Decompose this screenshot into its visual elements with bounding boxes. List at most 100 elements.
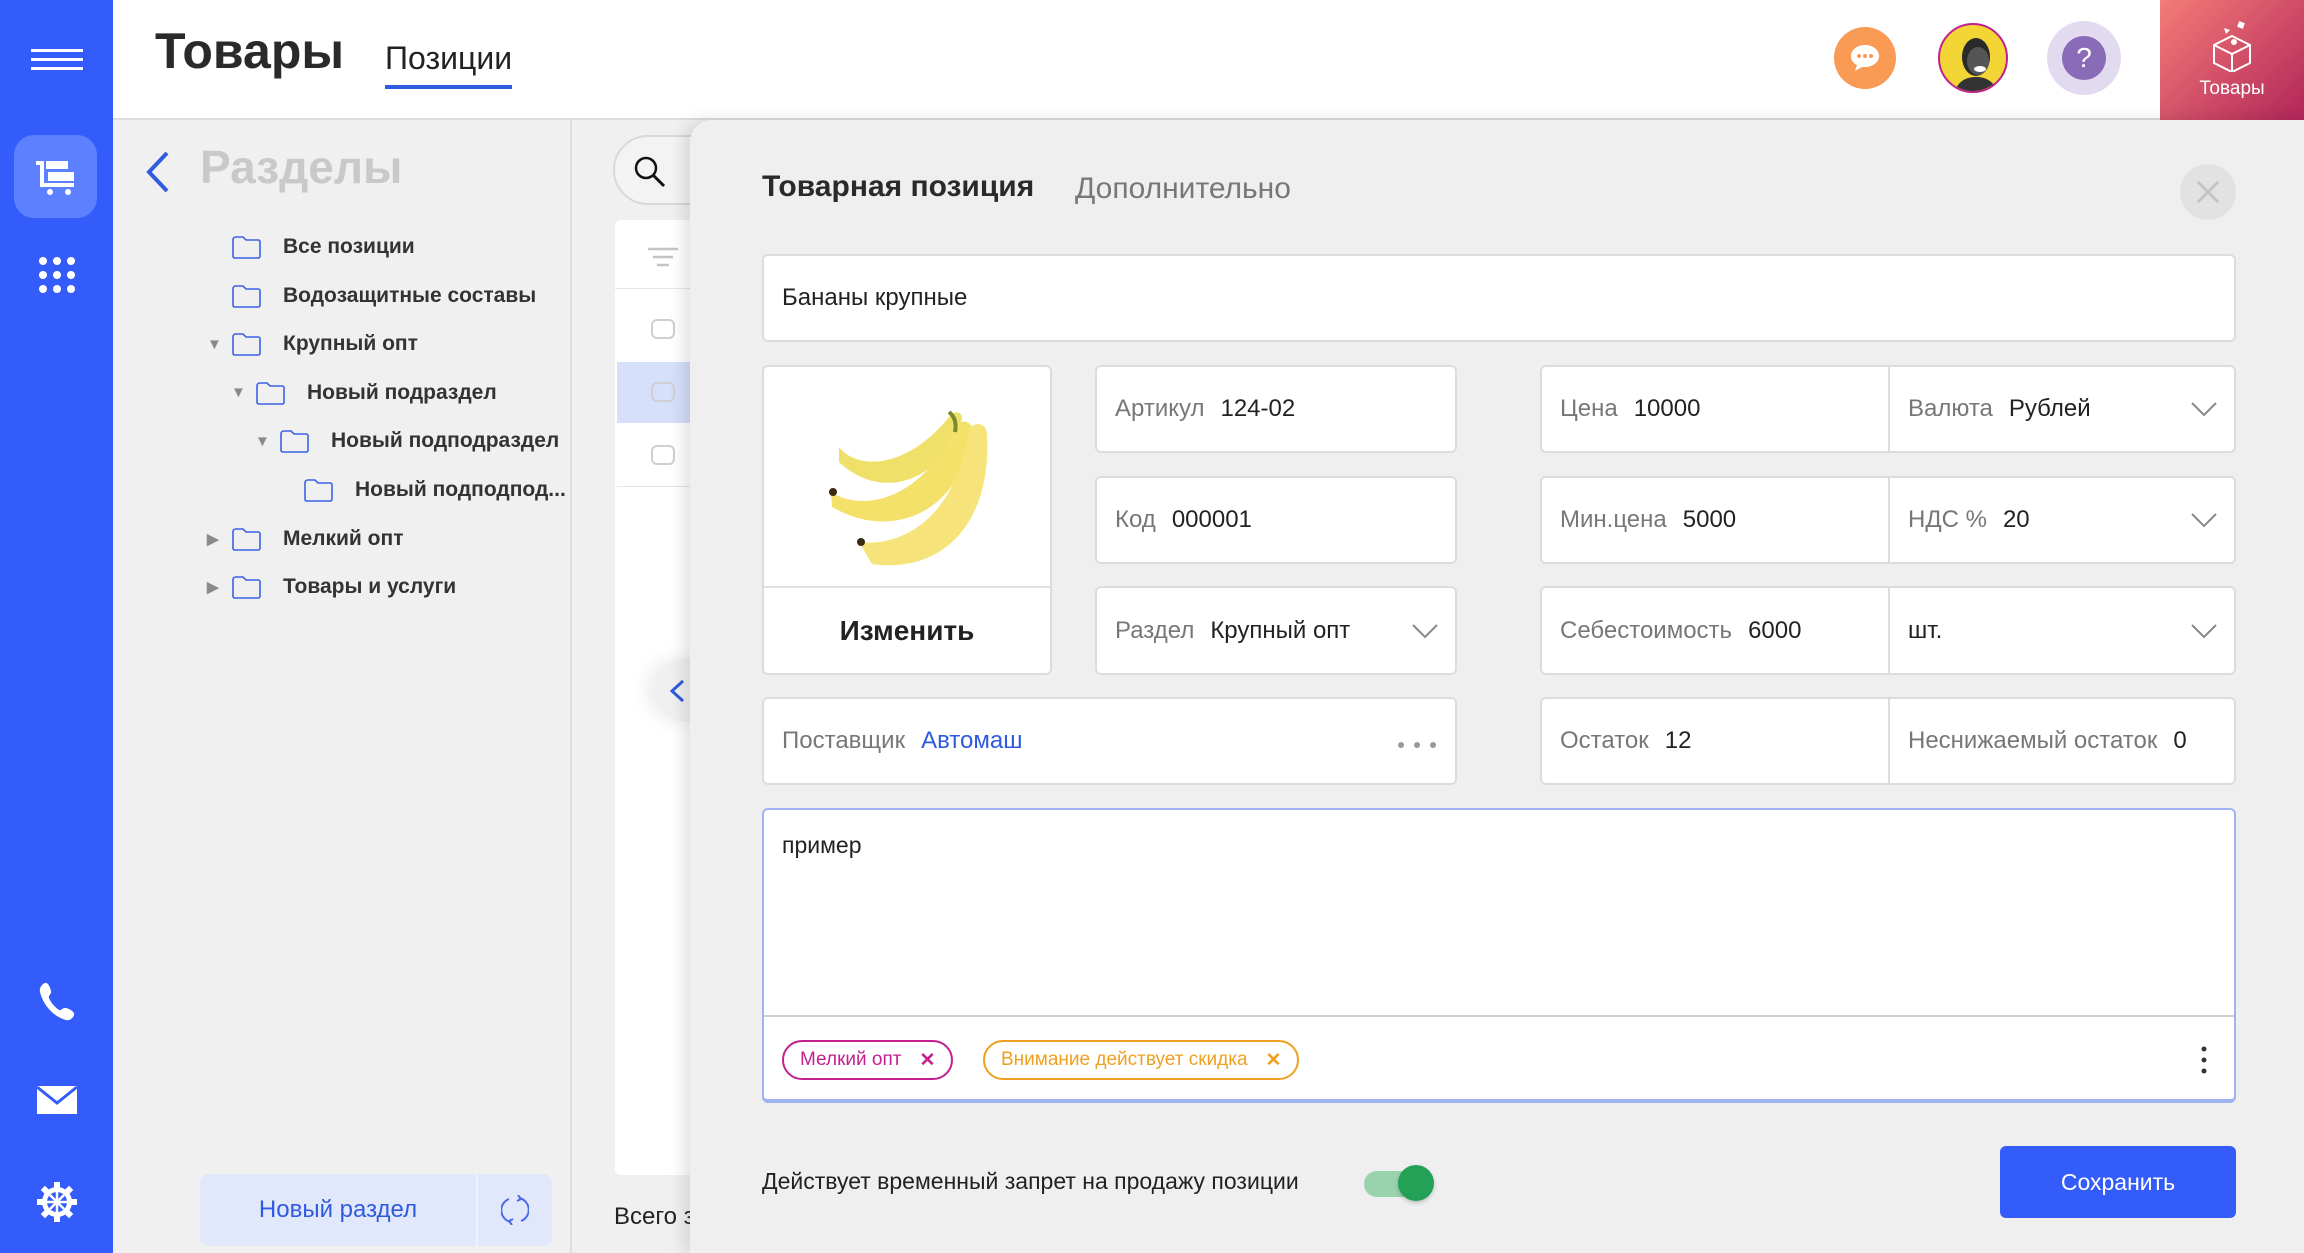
change-image-button[interactable]: Изменить	[764, 588, 1050, 673]
cost-value: 6000	[1748, 616, 1802, 644]
cart-icon	[35, 160, 74, 195]
position-modal: Товарная позиция Дополнительно Бананы кр…	[690, 120, 2304, 1253]
price-field[interactable]: Цена 10000	[1542, 367, 1888, 451]
refresh-button[interactable]	[478, 1174, 552, 1246]
cost-field[interactable]: Себестоимость 6000	[1542, 588, 1888, 673]
remove-tag-icon[interactable]: ✕	[919, 1049, 935, 1072]
remove-tag-icon[interactable]: ✕	[1266, 1049, 1282, 1072]
tag-chip[interactable]: Мелкий опт ✕	[782, 1040, 954, 1080]
folder-icon	[256, 381, 285, 405]
section-label: Водозащитные составы	[283, 283, 537, 307]
folder-icon	[280, 430, 309, 454]
page-title: Товары	[155, 23, 345, 79]
sidebar-item-section[interactable]: ▶ Мелкий опт	[207, 519, 403, 559]
section-label: Крупный опт	[283, 332, 418, 356]
folder-icon	[232, 576, 261, 599]
currency-label: Валюта	[1908, 395, 1993, 422]
phone-icon[interactable]	[0, 978, 113, 1028]
caret-right-icon[interactable]: ▶	[207, 578, 231, 596]
sidebar-item-section[interactable]: Новый подподпод...	[279, 470, 566, 510]
save-button[interactable]: Сохранить	[2000, 1146, 2236, 1218]
section-label: Все позиции	[283, 235, 415, 258]
min-price-label: Мин.цена	[1560, 506, 1667, 533]
help-button[interactable]: ?	[2047, 21, 2121, 95]
tag-chip[interactable]: Внимание действует скидка ✕	[983, 1040, 1300, 1080]
article-value: 124-02	[1220, 395, 1296, 422]
sidebar-item-section[interactable]: Все позиции	[207, 227, 415, 267]
filter-icon[interactable]	[648, 246, 678, 268]
tab-position[interactable]: Товарная позиция	[762, 170, 1034, 204]
more-horizontal-icon[interactable]	[1397, 741, 1437, 749]
tag-label: Внимание действует скидка	[1001, 1049, 1248, 1070]
folder-icon	[304, 479, 333, 502]
min-price-value: 5000	[1682, 506, 1737, 533]
sidebar-item-goods[interactable]	[14, 135, 97, 218]
refresh-icon	[501, 1195, 529, 1225]
comment-textarea[interactable]: пример	[782, 832, 862, 859]
folder-icon	[232, 527, 261, 551]
chevron-left-icon	[669, 679, 685, 703]
new-section-button[interactable]: Новый раздел	[200, 1174, 478, 1246]
section-label: Новый подраздел	[307, 380, 497, 404]
image-card: Изменить	[762, 365, 1052, 675]
min-stock-label: Неснижаемый остаток	[1908, 727, 2158, 754]
caret-right-icon[interactable]: ▶	[207, 530, 231, 548]
more-vertical-icon[interactable]	[2200, 1046, 2208, 1074]
name-value: Бананы крупные	[782, 284, 968, 311]
caret-down-icon[interactable]: ▼	[255, 433, 279, 450]
sidebar-item-section[interactable]: ▶ Товары и услуги	[207, 567, 456, 607]
caret-down-icon[interactable]: ▼	[207, 336, 231, 353]
mail-icon[interactable]	[0, 1080, 113, 1120]
name-input[interactable]: Бананы крупные	[762, 254, 2236, 342]
question-icon: ?	[2062, 36, 2106, 80]
vat-value: 20	[2002, 506, 2030, 533]
sections-title: Разделы	[200, 141, 403, 193]
user-avatar[interactable]	[1938, 23, 2008, 93]
row-checkbox[interactable]	[651, 382, 675, 402]
tab-positions[interactable]: Позиции	[385, 40, 513, 89]
settings-gear-icon[interactable]	[0, 1178, 113, 1226]
sale-ban-toggle[interactable]	[1364, 1165, 1434, 1201]
app-sidebar	[0, 0, 113, 1253]
sale-ban-label: Действует временный запрет на продажу по…	[762, 1168, 1299, 1194]
stock-row: Остаток 12 Неснижаемый остаток 0	[1540, 697, 2236, 785]
min-price-field[interactable]: Мин.цена 5000	[1542, 478, 1888, 562]
stock-field[interactable]: Остаток 12	[1542, 699, 1888, 783]
sidebar-item-section[interactable]: Водозащитные составы	[207, 276, 536, 316]
supplier-field[interactable]: Поставщик Автомаш	[762, 697, 1457, 785]
menu-icon[interactable]	[0, 38, 113, 82]
section-label: Раздел	[1115, 616, 1195, 644]
sidebar-item-section[interactable]: ▼ Крупный опт	[207, 324, 418, 364]
row-checkbox[interactable]	[651, 445, 675, 465]
unit-select[interactable]: шт.	[1888, 588, 2234, 673]
vat-label: НДС %	[1908, 506, 1987, 533]
sidebar-item-section[interactable]: ▼ Новый подраздел	[231, 373, 497, 413]
currency-select[interactable]: Валюта Рублей	[1888, 367, 2234, 451]
section-select[interactable]: Раздел Крупный опт	[1095, 586, 1457, 675]
caret-down-icon[interactable]: ▼	[231, 384, 255, 401]
section-value: Крупный опт	[1210, 616, 1351, 644]
stock-value: 12	[1664, 727, 1692, 754]
stock-label: Остаток	[1560, 727, 1649, 754]
tab-additional[interactable]: Дополнительно	[1075, 172, 1291, 206]
close-button[interactable]	[2180, 164, 2236, 220]
vat-select[interactable]: НДС % 20	[1888, 478, 2234, 562]
sidebar-item-section[interactable]: ▼ Новый подподраздел	[255, 421, 559, 461]
code-field[interactable]: Код 000001	[1095, 476, 1457, 564]
back-arrow-icon[interactable]	[145, 150, 171, 194]
search-icon	[634, 156, 666, 188]
unit-value: шт.	[1908, 616, 1943, 644]
module-goods-button[interactable]: Товары	[2160, 0, 2304, 120]
chat-button[interactable]	[1834, 27, 1896, 89]
article-field[interactable]: Артикул 124-02	[1095, 365, 1457, 453]
top-header: Товары Позиции ?	[113, 0, 2304, 120]
total-count: Всего з	[614, 1203, 695, 1230]
product-image-bananas	[829, 410, 988, 566]
min-stock-field[interactable]: Неснижаемый остаток 0	[1888, 699, 2234, 783]
folder-icon	[232, 284, 261, 308]
row-checkbox[interactable]	[651, 319, 675, 339]
chevron-down-icon	[2191, 623, 2217, 638]
supplier-link[interactable]: Автомаш	[921, 727, 1022, 755]
price-label: Цена	[1560, 395, 1618, 422]
apps-grid-icon[interactable]	[0, 250, 113, 300]
